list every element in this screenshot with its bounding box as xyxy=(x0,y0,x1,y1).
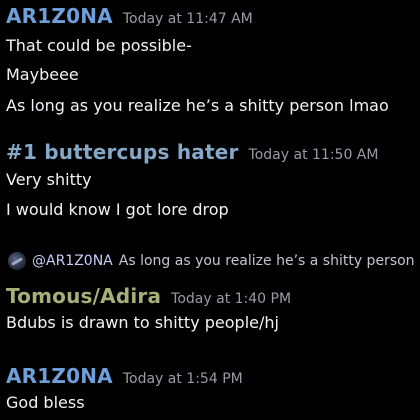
message-line: As long as you realize he’s a shitty per… xyxy=(6,96,389,115)
username[interactable]: AR1Z0NA xyxy=(6,4,113,28)
username[interactable]: #1 buttercups hater xyxy=(6,140,239,164)
message-line: Maybeee xyxy=(6,65,79,84)
user-avatar-icon xyxy=(8,252,26,270)
reply-snippet: As long as you realize he’s a shitty per… xyxy=(118,253,420,269)
username[interactable]: Tomous/Adira xyxy=(6,284,161,308)
reply-mention[interactable]: @AR1Z0NA xyxy=(32,253,113,269)
message-header: Tomous/Adira Today at 1:40 PM xyxy=(6,284,420,310)
message-group-arizona-1: AR1Z0NA Today at 11:47 AM That could be … xyxy=(6,4,420,116)
message-line: Very shitty xyxy=(6,170,92,189)
message-line: I would know I got lore drop xyxy=(6,200,229,219)
message-group-arizona-2: AR1Z0NA Today at 1:54 PM God bless xyxy=(6,364,420,413)
message-group-tomous: Tomous/Adira Today at 1:40 PM Bdubs is d… xyxy=(6,284,420,333)
message-line: God bless xyxy=(6,393,85,412)
username[interactable]: AR1Z0NA xyxy=(6,364,113,388)
timestamp: Today at 11:47 AM xyxy=(122,11,253,27)
message-group-buttercups: #1 buttercups hater Today at 11:50 AM Ve… xyxy=(6,140,420,220)
timestamp: Today at 11:50 AM xyxy=(248,147,379,163)
message-line: Bdubs is drawn to shitty people/hj xyxy=(6,313,279,332)
message-line: That could be possible- xyxy=(6,36,192,55)
message-header: AR1Z0NA Today at 1:54 PM xyxy=(6,364,420,390)
message-header: #1 buttercups hater Today at 11:50 AM xyxy=(6,140,420,166)
message-header: AR1Z0NA Today at 11:47 AM xyxy=(6,4,420,30)
reply-preview[interactable]: @AR1Z0NA As long as you realize he’s a s… xyxy=(6,250,420,272)
timestamp: Today at 1:54 PM xyxy=(122,371,243,387)
timestamp: Today at 1:40 PM xyxy=(171,291,292,307)
